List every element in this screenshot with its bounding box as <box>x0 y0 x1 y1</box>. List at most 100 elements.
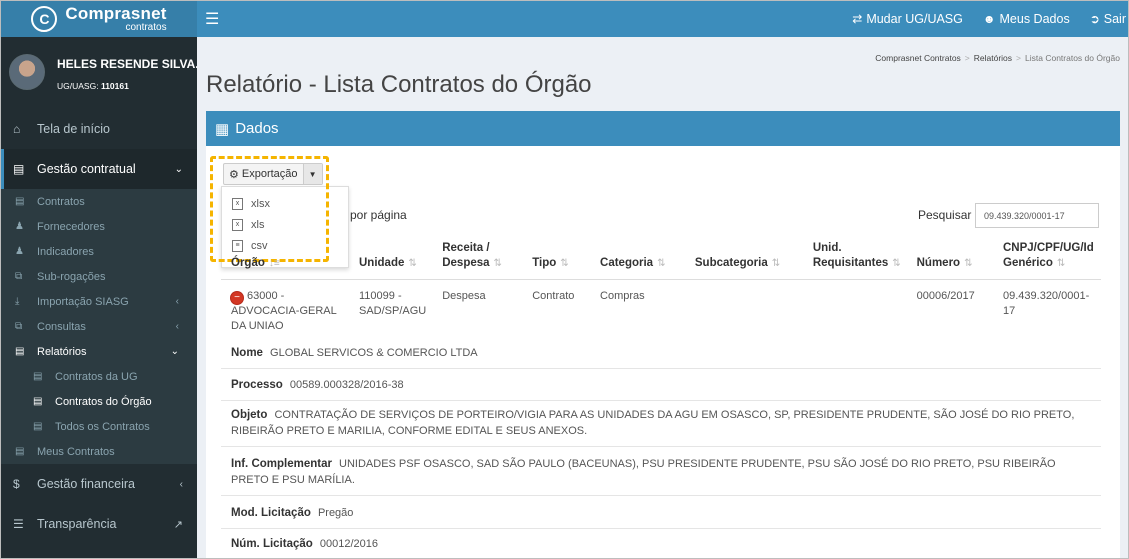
change-uasg-label: Mudar UG/UASG <box>866 12 963 26</box>
gear-icon: ⚙ <box>229 168 239 181</box>
column-header-tipo[interactable]: Tipo ⇅ <box>520 241 589 280</box>
column-header-numero[interactable]: Número ⇅ <box>904 241 991 280</box>
logo-icon: C <box>31 6 58 32</box>
box-title: Dados <box>235 120 279 137</box>
download-icon: ⤓ <box>15 296 20 307</box>
sidebar-item-home[interactable]: ⌂ Tela de início <box>1 109 197 149</box>
sidebar-item-transparencia[interactable]: ☰ Transparência ↗ <box>1 504 197 544</box>
logo-title: Comprasnet <box>65 4 167 23</box>
chevron-down-icon: ⌄ <box>170 346 179 357</box>
contracts-table: Órgão ↓≡ Unidade ⇅ Receita / Despesa ⇅ Tipo… <box>221 241 1101 334</box>
dollar-icon: $ <box>13 477 20 491</box>
export-button[interactable]: ⚙ Exportação <box>224 164 304 184</box>
file-icon: ▤ <box>33 396 43 407</box>
app-window: C Comprasnet contratos ☰ ⇄ Mudar UG/UASG… <box>0 0 1129 559</box>
detail-objeto: Objeto CONTRATAÇÃO DE SERVIÇOS DE PORTEI… <box>221 407 1101 447</box>
sidebar-item-sub-rogacoes[interactable]: ⧉ Sub-rogações <box>1 264 197 289</box>
export-xls[interactable]: x xls <box>222 214 348 235</box>
column-header-cnpj[interactable]: CNPJ/CPF/UG/Id Genérico ⇅ <box>991 241 1101 280</box>
sort-icon: ⇅ <box>964 258 973 269</box>
logout-link[interactable]: ➲ Sair <box>1090 12 1126 26</box>
sidebar-item-gestao-financeira[interactable]: $ Gestão financeira ‹ <box>1 464 197 504</box>
user-name: HELES RESENDE SILVA... <box>57 57 197 71</box>
sort-asc-icon: ↓≡ <box>268 258 280 269</box>
file-icon: ▤ <box>33 421 43 432</box>
file-icon: ▤ <box>33 371 43 382</box>
search-input[interactable] <box>975 203 1099 228</box>
cell-cnpj: 09.439.320/0001-17 <box>1003 290 1090 317</box>
external-link-icon: ↗ <box>173 518 183 531</box>
logo[interactable]: C Comprasnet contratos <box>1 1 197 37</box>
breadcrumb-relatorios[interactable]: Relatórios <box>974 53 1012 63</box>
column-header-unidade[interactable]: Unidade ⇅ <box>347 241 431 280</box>
sidebar-item-todos-os-contratos[interactable]: ▤ Todos os Contratos <box>1 414 197 439</box>
exchange-icon: ⇄ <box>852 12 863 26</box>
logo-subtitle: contratos <box>125 22 167 33</box>
breadcrumb-separator: > <box>1016 53 1022 63</box>
table-row: −63000 - ADVOCACIA-GERAL DA UNIAO 110099… <box>221 280 1101 335</box>
search-label: Pesquisar <box>918 208 972 222</box>
chevron-down-icon: ⌄ <box>174 163 183 175</box>
sidebar-item-contratos-da-ug[interactable]: ▤ Contratos da UG <box>1 364 197 389</box>
detail-nome: Nome GLOBAL SERVICOS & COMERCIO LTDA <box>221 345 1101 369</box>
sort-icon: ⇅ <box>1056 258 1066 269</box>
sidebar-item-relatorios[interactable]: ▤ Relatórios ⌄ <box>1 339 197 364</box>
column-header-receita-despesa[interactable]: Receita / Despesa ⇅ <box>430 241 521 280</box>
sidebar-item-gestao-contratual[interactable]: ▤ Gestão contratual ⌄ <box>1 149 197 189</box>
excel-file-icon: x <box>232 197 243 210</box>
menu-toggle-icon[interactable]: ☰ <box>205 9 219 29</box>
sidebar-item-consultas[interactable]: ⧉ Consultas ‹ <box>1 314 197 339</box>
detail-num-licitacao: Núm. Licitação 00012/2016 <box>231 538 378 550</box>
sidebar-menu: ⌂ Tela de início ▤ Gestão contratual ⌄ ▤… <box>1 109 197 544</box>
user-panel: HELES RESENDE SILVA... UG/UASG: 110161 <box>1 37 197 109</box>
cell-subcategoria <box>683 280 801 335</box>
cell-tipo: Contrato <box>532 290 575 302</box>
collapse-row-icon[interactable]: − <box>231 292 243 304</box>
sidebar-item-importacao-siasg[interactable]: ⤓ Importação SIASG ‹ <box>1 289 197 314</box>
sidebar: HELES RESENDE SILVA... UG/UASG: 110161 ⌂… <box>1 37 197 558</box>
breadcrumb-home[interactable]: Comprasnet Contratos <box>875 53 961 63</box>
sort-icon: ⇅ <box>408 258 417 269</box>
sign-out-icon: ➲ <box>1089 12 1100 26</box>
file-icon: ▤ <box>15 346 25 357</box>
file-icon: ▤ <box>15 446 25 457</box>
home-icon: ⌂ <box>13 122 21 136</box>
column-header-orgao[interactable]: Órgão ↓≡ <box>221 241 347 280</box>
copy-icon: ⧉ <box>15 321 23 332</box>
sidebar-item-meus-contratos[interactable]: ▤ Meus Contratos <box>1 439 197 464</box>
copy-icon: ⧉ <box>15 271 23 282</box>
sidebar-item-indicadores[interactable]: ♟ Indicadores <box>1 239 197 264</box>
logout-label: Sair <box>1103 12 1126 26</box>
export-label: Exportação <box>241 168 298 180</box>
change-uasg-link[interactable]: ⇄ Mudar UG/UASG <box>852 12 963 26</box>
my-data-link[interactable]: ☻ Meus Dados <box>983 12 1070 26</box>
per-page-label: por página <box>350 208 407 222</box>
top-navbar: C Comprasnet contratos ☰ ⇄ Mudar UG/UASG… <box>1 1 1128 37</box>
sort-icon: ⇅ <box>771 258 781 269</box>
avatar <box>9 54 45 90</box>
sort-icon: ⇅ <box>657 258 666 269</box>
export-dropdown-toggle[interactable]: ▼ <box>303 164 322 184</box>
sidebar-item-fornecedores[interactable]: ♟ Fornecedores <box>1 214 197 239</box>
cell-unid-requisitantes <box>801 280 905 335</box>
detail-inf-complementar: Inf. Complementar UNIDADES PSF OSASCO, S… <box>221 456 1101 496</box>
page-title: Relatório - Lista Contratos do Órgão <box>206 71 592 98</box>
users-icon: ♟ <box>15 246 24 257</box>
excel-file-icon: x <box>232 218 243 231</box>
list-icon: ☰ <box>13 517 24 531</box>
user-circle-icon: ☻ <box>982 12 996 26</box>
column-header-categoria[interactable]: Categoria ⇅ <box>588 241 683 280</box>
box-header: ▦ Dados <box>206 111 1120 146</box>
breadcrumb-current: Lista Contratos do Órgão <box>1025 53 1120 63</box>
export-xlsx[interactable]: x xlsx <box>222 193 348 214</box>
sort-icon: ⇅ <box>892 258 901 269</box>
sidebar-item-contratos[interactable]: ▤ Contratos <box>1 189 197 214</box>
sidebar-item-contratos-do-orgao[interactable]: ▤ Contratos do Órgão <box>1 389 197 414</box>
detail-processo: Processo 00589.000328/2016-38 <box>221 377 1101 401</box>
chevron-left-icon: ‹ <box>175 296 179 307</box>
users-icon: ♟ <box>15 221 24 232</box>
my-data-label: Meus Dados <box>999 12 1070 26</box>
cell-categoria: Compras <box>600 290 645 302</box>
column-header-unid-requisitantes[interactable]: Unid. Requisitantes ⇅ <box>800 241 905 280</box>
column-header-subcategoria[interactable]: Subcategoria ⇅ <box>682 241 801 280</box>
